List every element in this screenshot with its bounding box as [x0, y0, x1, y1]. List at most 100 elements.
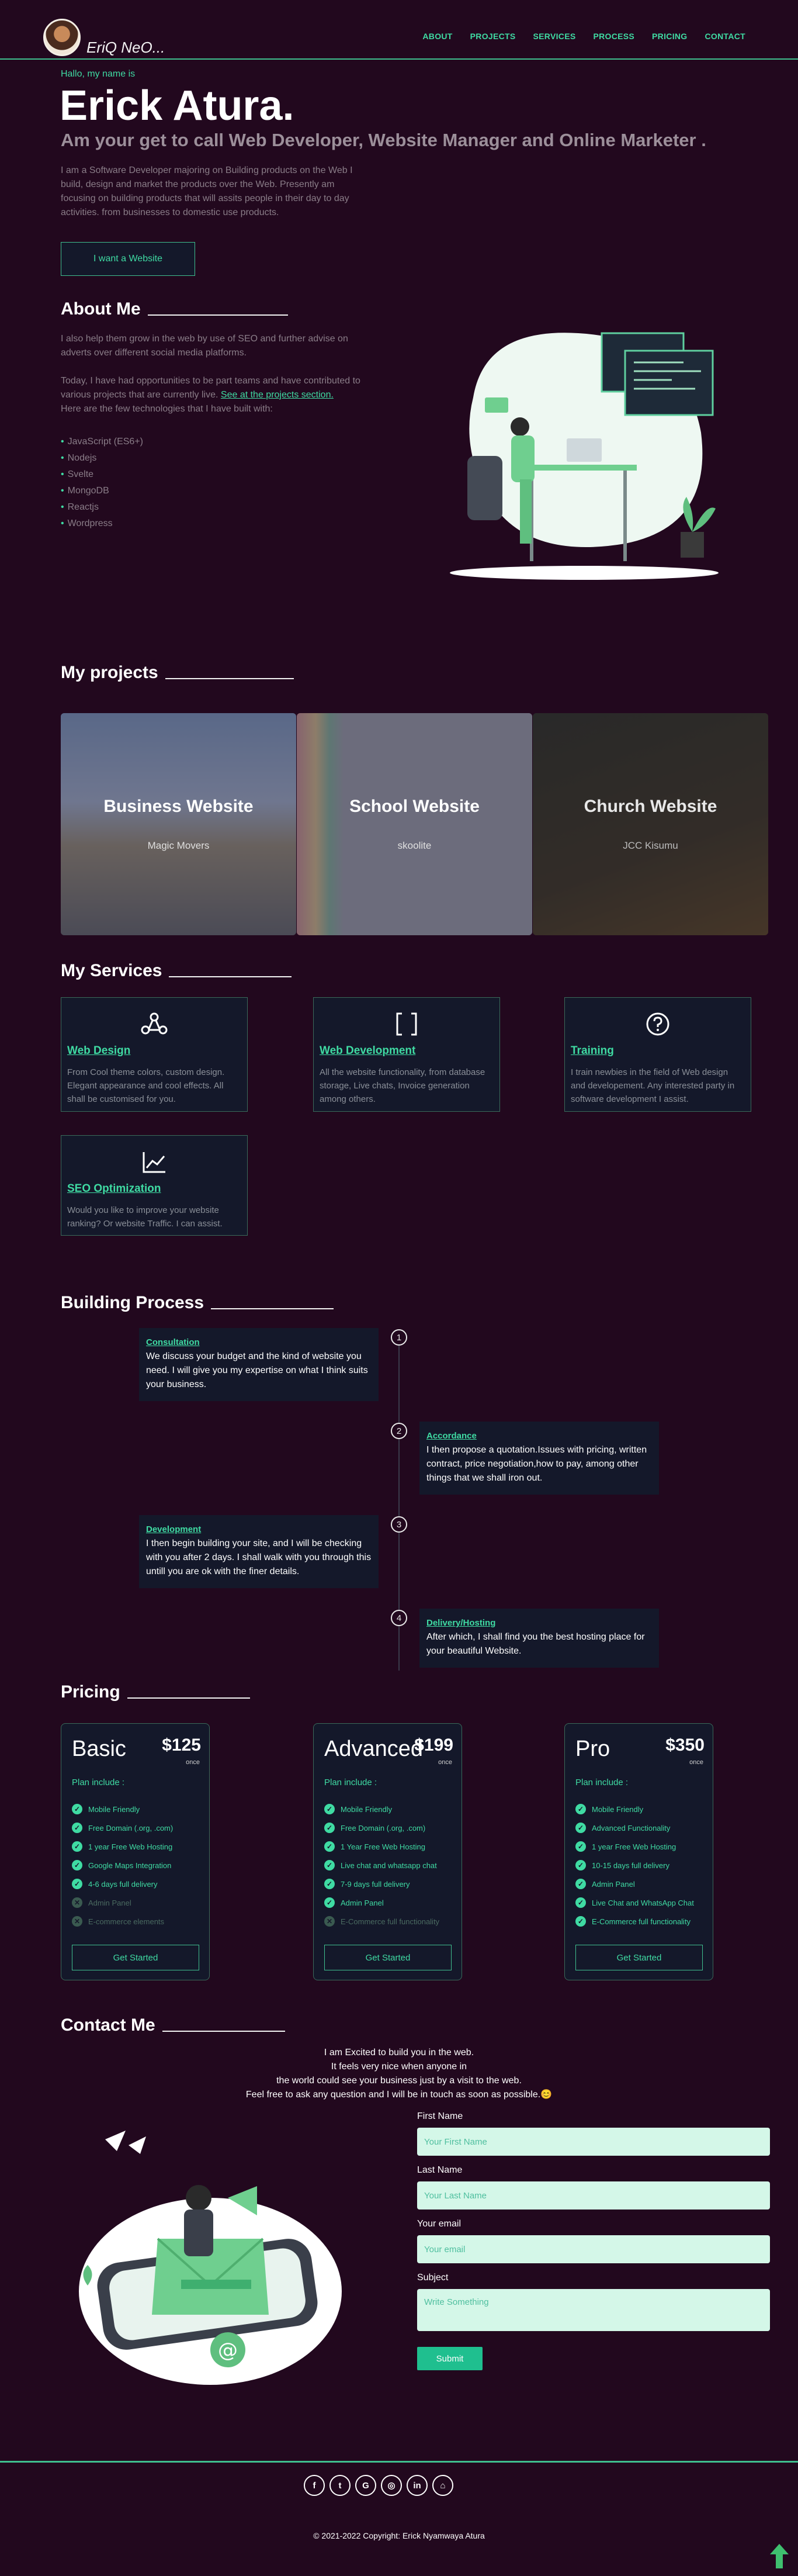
process-title-text: Building Process [61, 1293, 204, 1312]
nav-link-about[interactable]: ABOUT [422, 32, 452, 41]
contact-intro-line: the world could see your business just b… [276, 2076, 522, 2086]
plan-once: once [689, 1759, 703, 1766]
plan-include-label: Plan include : [575, 1778, 629, 1787]
contact-title: Contact Me [61, 2015, 285, 2035]
plan-feature: ✓ Admin Panel [575, 1875, 694, 1893]
project-subtitle: skoolite [397, 840, 432, 851]
twitter-icon[interactable]: t [329, 2475, 351, 2496]
check-icon: ✓ [324, 1841, 335, 1852]
nav-link-pricing[interactable]: PRICING [652, 32, 687, 41]
service-card-web-design[interactable]: Web Design From Cool theme colors, custo… [61, 997, 248, 1112]
projects-link[interactable]: See at the projects section. [221, 390, 334, 400]
plan-name: Advanced [324, 1737, 424, 1761]
projects-title: My projects [61, 663, 294, 683]
plan-feature-text: 1 Year Free Web Hosting [341, 1842, 426, 1851]
plan-feature-text: 1 year Free Web Hosting [88, 1842, 173, 1851]
plan-feature-text: Admin Panel [88, 1898, 131, 1907]
subject-label: Subject [417, 2273, 449, 2283]
nav-link-contact[interactable]: CONTACT [705, 32, 746, 41]
nav-link-services[interactable]: SERVICES [533, 32, 576, 41]
check-icon: ✓ [72, 1823, 82, 1833]
plan-once: once [438, 1759, 452, 1766]
process-step-desc: I then begin building your site, and I w… [146, 1538, 372, 1576]
plan-feature-text: Admin Panel [592, 1879, 635, 1889]
linkedin-icon[interactable]: in [407, 2475, 428, 2496]
plan-feature-text: Mobile Friendly [88, 1804, 140, 1814]
plan-features: ✓ Mobile Friendly ✓ Free Domain (.org, .com… [324, 1800, 439, 1931]
tech-item: Svelte [61, 466, 143, 483]
copyright: © 2021-2022 Copyright: Erick Nyamwaya At… [313, 2531, 485, 2540]
get-started-button[interactable]: Get Started [72, 1945, 199, 1970]
plan-features: ✓ Mobile Friendly ✓ Advanced Functionality ✓… [575, 1800, 694, 1931]
contact-intro-line: I am Excited to build you in the web. [324, 2048, 474, 2058]
process-step-title[interactable]: Development [146, 1524, 372, 1534]
services-title: My Services [61, 961, 292, 981]
plan-feature: ✓ 4-6 days full delivery [72, 1875, 173, 1893]
email-input[interactable]: Your email [417, 2235, 770, 2263]
shield-icon: ✕ [72, 1916, 82, 1927]
logo-avatar[interactable] [43, 19, 81, 56]
github-icon[interactable]: ⌂ [432, 2475, 453, 2496]
pricing-card-pro: Pro $350 once Plan include : ✓ Mobile Friendl… [564, 1723, 713, 1980]
plan-feature: ✕ Admin Panel [72, 1893, 173, 1912]
process-card-development: Development I then begin building your s… [139, 1515, 379, 1588]
get-started-button[interactable]: Get Started [575, 1945, 703, 1970]
process-step-title[interactable]: Accordance [426, 1431, 652, 1441]
plan-feature: ✓ Admin Panel [324, 1893, 439, 1912]
plan-feature: ✓ Advanced Functionality [575, 1818, 694, 1837]
check-icon: ✓ [324, 1860, 335, 1870]
project-subtitle: Magic Movers [147, 840, 210, 851]
check-icon: ✓ [72, 1860, 82, 1870]
step-number: 4 [391, 1610, 407, 1626]
check-icon: ✓ [575, 1879, 586, 1889]
plan-feature: ✓ Google Maps Integration [72, 1856, 173, 1875]
service-title[interactable]: Training [571, 1045, 745, 1057]
project-card-school[interactable]: School Website skoolite [297, 713, 532, 935]
process-step-title[interactable]: Delivery/Hosting [426, 1618, 652, 1628]
check-icon: ✓ [72, 1879, 82, 1889]
logo-text[interactable]: EriQ NeO... [86, 39, 165, 57]
instagram-icon[interactable]: ◎ [381, 2475, 402, 2496]
process-step-desc: After which, I shall find you the best h… [426, 1632, 645, 1656]
check-icon: ✓ [324, 1823, 335, 1833]
step-number: 2 [391, 1423, 407, 1439]
tech-item: Nodejs [61, 450, 143, 466]
contact-intro: I am Excited to build you in the web. It… [0, 2046, 798, 2102]
service-title[interactable]: Web Development [320, 1045, 494, 1057]
project-card-church[interactable]: Church Website JCC Kisumu [533, 713, 768, 935]
facebook-icon[interactable]: f [304, 2475, 325, 2496]
service-desc: From Cool theme colors, custom design. E… [67, 1067, 225, 1104]
tech-list: JavaScript (ES6+) Nodejs Svelte MongoDB … [61, 434, 143, 532]
google-icon[interactable]: G [355, 2475, 376, 2496]
process-step-title[interactable]: Consultation [146, 1337, 372, 1347]
service-desc: I train newbies in the field of Web desi… [571, 1067, 735, 1104]
service-card-web-development[interactable]: Web Development All the website function… [313, 997, 500, 1112]
plan-feature: ✓ Live chat and whatsapp chat [324, 1856, 439, 1875]
check-icon: ✓ [575, 1860, 586, 1870]
project-title: Church Website [584, 797, 717, 816]
hero-description: I am a Software Developer majoring on Bu… [61, 165, 353, 217]
nav-link-process[interactable]: PROCESS [593, 32, 634, 41]
want-website-button[interactable]: I want a Website [61, 242, 195, 276]
service-title[interactable]: SEO Optimization [67, 1182, 241, 1195]
subject-textarea[interactable]: Write Something [417, 2289, 770, 2331]
services-title-text: My Services [61, 961, 162, 980]
plan-feature-text: 1 year Free Web Hosting [592, 1842, 676, 1851]
nav-link-projects[interactable]: PROJECTS [470, 32, 516, 41]
plan-name: Basic [72, 1737, 126, 1761]
plan-feature: ✓ Free Domain (.org, .com) [324, 1818, 439, 1837]
plan-name: Pro [575, 1737, 610, 1761]
step-number: 3 [391, 1516, 407, 1533]
submit-button[interactable]: Submit [417, 2347, 483, 2370]
first-name-input[interactable]: Your First Name [417, 2128, 770, 2156]
process-card-consultation: Consultation We discuss your budget and … [139, 1328, 379, 1401]
plan-feature: ✓ E-Commerce full functionality [575, 1912, 694, 1931]
back-to-top-icon[interactable] [769, 2543, 790, 2570]
last-name-input[interactable]: Your Last Name [417, 2181, 770, 2210]
get-started-button[interactable]: Get Started [324, 1945, 452, 1970]
service-card-seo[interactable]: SEO Optimization Would you like to impro… [61, 1135, 248, 1236]
project-card-business[interactable]: Business Website Magic Movers [61, 713, 296, 935]
plan-feature-text: E-Commerce full functionality [592, 1917, 691, 1926]
service-title[interactable]: Web Design [67, 1045, 241, 1057]
service-card-training[interactable]: Training I train newbies in the field of… [564, 997, 751, 1112]
